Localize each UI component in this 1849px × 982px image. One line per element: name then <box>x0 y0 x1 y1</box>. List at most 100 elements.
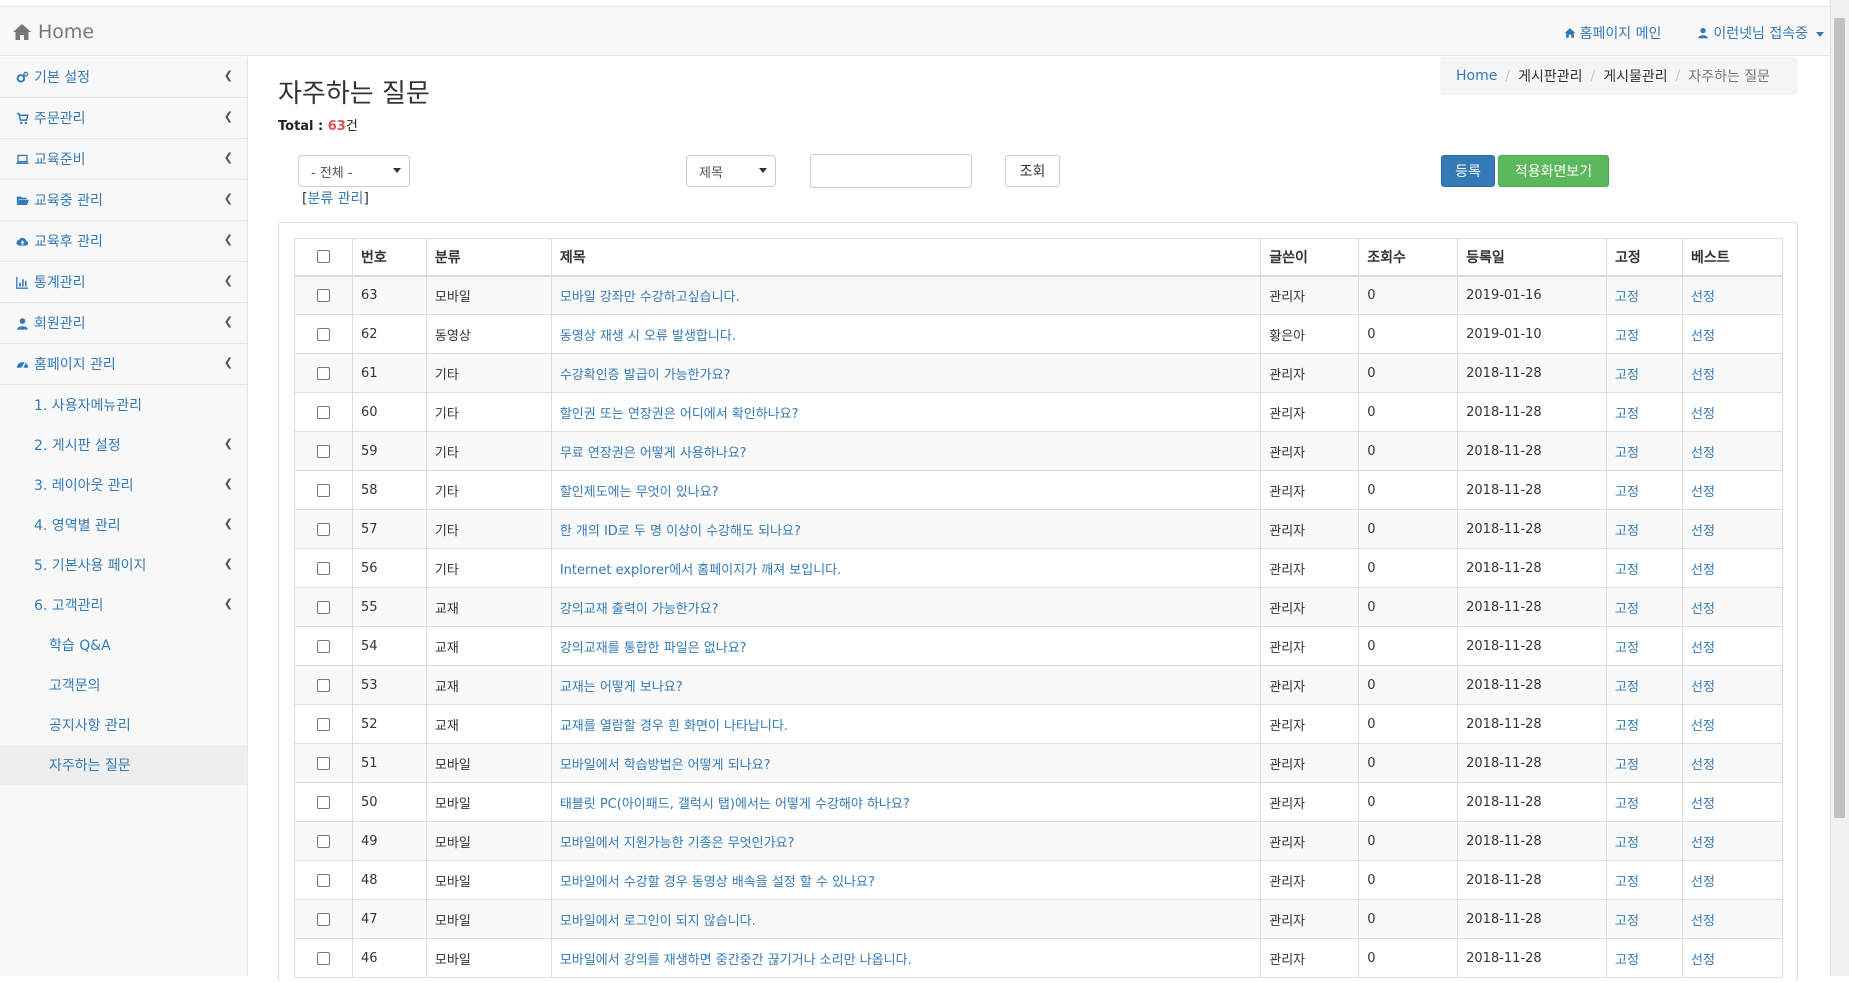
register-button[interactable]: 등록 <box>1441 155 1495 187</box>
row-checkbox[interactable] <box>316 834 330 848</box>
cell-title-link[interactable]: 모바일에서 수강할 경우 동영상 배속을 설정 할 수 있나요? <box>560 875 875 890</box>
cell-pin-link[interactable]: 고정 <box>1615 407 1639 422</box>
cell-best-link[interactable]: 선정 <box>1691 407 1715 422</box>
cell-pin-link[interactable]: 고정 <box>1615 602 1639 617</box>
sidebar-item-3[interactable]: 교육중 관리 ❮ <box>0 180 247 221</box>
row-checkbox[interactable] <box>316 444 330 458</box>
cell-pin-link[interactable]: 고정 <box>1615 797 1639 812</box>
cell-title-link[interactable]: 교재를 열람할 경우 흰 화면이 나타납니다. <box>560 719 788 734</box>
cell-best-link[interactable]: 선정 <box>1691 836 1715 851</box>
column-header-pin[interactable]: 고정 <box>1606 238 1683 277</box>
cell-title-link[interactable]: 무료 연장권은 어떻게 사용하나요? <box>560 446 747 461</box>
search-field-select[interactable]: 제목 <box>686 155 776 187</box>
cell-pin-link[interactable]: 고정 <box>1615 563 1639 578</box>
cell-best-link[interactable]: 선정 <box>1691 446 1715 461</box>
row-checkbox[interactable] <box>316 756 330 770</box>
cell-pin-link[interactable]: 고정 <box>1615 680 1639 695</box>
column-header-no[interactable]: 번호 <box>351 238 427 277</box>
cell-pin-link[interactable]: 고정 <box>1615 875 1639 890</box>
cell-best-link[interactable]: 선정 <box>1691 368 1715 383</box>
cell-pin-link[interactable]: 고정 <box>1615 836 1639 851</box>
breadcrumb-home[interactable]: Home <box>1456 68 1497 84</box>
sidebar-subsubitem-3[interactable]: 자주하는 질문 <box>0 745 247 785</box>
cell-best-link[interactable]: 선정 <box>1691 680 1715 695</box>
sidebar-item-0[interactable]: 기본 설정 ❮ <box>0 57 247 98</box>
cell-title-link[interactable]: 강의교재 출력이 가능한가요? <box>560 602 719 617</box>
row-checkbox[interactable] <box>316 912 330 926</box>
sidebar-item-2[interactable]: 교육준비 ❮ <box>0 139 247 180</box>
column-header-best[interactable]: 베스트 <box>1681 238 1784 277</box>
cell-best-link[interactable]: 선정 <box>1691 797 1715 812</box>
cell-pin-link[interactable]: 고정 <box>1615 368 1639 383</box>
category-select[interactable]: - 전체 - <box>298 155 410 187</box>
row-checkbox[interactable] <box>316 795 330 809</box>
row-checkbox[interactable] <box>316 327 330 341</box>
breadcrumb-board-manage[interactable]: 게시판관리 <box>1518 66 1582 86</box>
cell-title-link[interactable]: 모바일 강좌만 수강하고싶습니다. <box>560 290 740 305</box>
cell-title-link[interactable]: 수강확인증 발급이 가능한가요? <box>560 368 731 383</box>
user-menu-dropdown[interactable]: 이런넷님 접속중 <box>1697 23 1824 43</box>
cell-title-link[interactable]: 태블릿 PC(아이패드, 갤럭시 탭)에서는 어떻게 수강해야 하나요? <box>560 797 910 812</box>
cell-title-link[interactable]: 할인권 또는 연장권은 어디에서 확인하나요? <box>560 407 799 422</box>
sidebar-item-1[interactable]: 주문관리 ❮ <box>0 98 247 139</box>
sidebar-item-7[interactable]: 홈페이지 관리 ❮ <box>0 344 247 385</box>
sidebar-subsubitem-2[interactable]: 공지사항 관리 <box>0 705 247 745</box>
row-checkbox[interactable] <box>316 561 330 575</box>
cell-pin-link[interactable]: 고정 <box>1615 953 1639 968</box>
search-button[interactable]: 조회 <box>1005 155 1060 187</box>
column-header-date[interactable]: 등록일 <box>1457 238 1608 277</box>
row-checkbox[interactable] <box>316 522 330 536</box>
cell-title-link[interactable]: 교재는 어떻게 보나요? <box>560 680 683 695</box>
search-input[interactable] <box>810 154 972 188</box>
cell-pin-link[interactable]: 고정 <box>1615 485 1639 500</box>
column-header-views[interactable]: 조회수 <box>1358 238 1459 277</box>
sidebar-subitem-5[interactable]: 6. 고객관리 ❮ <box>0 585 247 625</box>
cell-best-link[interactable]: 선정 <box>1691 290 1715 305</box>
row-checkbox[interactable] <box>316 366 330 380</box>
page-scrollbar[interactable] <box>1830 0 1849 976</box>
cell-best-link[interactable]: 선정 <box>1691 914 1715 929</box>
cell-title-link[interactable]: 모바일에서 로그인이 되지 않습니다. <box>560 914 756 929</box>
cell-best-link[interactable]: 선정 <box>1691 524 1715 539</box>
column-header-author[interactable]: 글쓴이 <box>1260 238 1360 277</box>
cell-pin-link[interactable]: 고정 <box>1615 524 1639 539</box>
cell-pin-link[interactable]: 고정 <box>1615 446 1639 461</box>
sidebar-subitem-3[interactable]: 4. 영역별 관리 ❮ <box>0 505 247 545</box>
cell-pin-link[interactable]: 고정 <box>1615 290 1639 305</box>
cell-pin-link[interactable]: 고정 <box>1615 719 1639 734</box>
cell-title-link[interactable]: 할인제도에는 무엇이 있나요? <box>560 485 719 500</box>
cell-title-link[interactable]: 모바일에서 강의를 재생하면 중간중간 끊기거나 소리만 나옵니다. <box>560 953 912 968</box>
column-header-category[interactable]: 분류 <box>425 238 552 277</box>
cell-pin-link[interactable]: 고정 <box>1615 329 1639 344</box>
row-checkbox[interactable] <box>316 639 330 653</box>
category-manage-link[interactable]: [분류 관리] <box>302 188 369 208</box>
cell-title-link[interactable]: Internet explorer에서 홈페이지가 깨져 보입니다. <box>560 563 841 578</box>
cell-title-link[interactable]: 한 개의 ID로 두 명 이상이 수강해도 되나요? <box>560 524 801 539</box>
cell-title-link[interactable]: 강의교재를 통합한 파일은 없나요? <box>560 641 747 656</box>
cell-pin-link[interactable]: 고정 <box>1615 758 1639 773</box>
row-checkbox[interactable] <box>316 483 330 497</box>
cell-best-link[interactable]: 선정 <box>1691 953 1715 968</box>
column-header-title[interactable]: 제목 <box>550 238 1262 277</box>
sidebar-item-4[interactable]: 교육후 관리 ❮ <box>0 221 247 262</box>
cell-best-link[interactable]: 선정 <box>1691 329 1715 344</box>
row-checkbox[interactable] <box>316 717 330 731</box>
cell-best-link[interactable]: 선정 <box>1691 641 1715 656</box>
select-all-checkbox[interactable] <box>316 250 330 264</box>
cell-pin-link[interactable]: 고정 <box>1615 641 1639 656</box>
preview-button[interactable]: 적용화면보기 <box>1498 155 1609 187</box>
sidebar-subsubitem-1[interactable]: 고객문의 <box>0 665 247 705</box>
brand-home-link[interactable]: Home <box>12 21 94 43</box>
row-checkbox[interactable] <box>316 678 330 692</box>
row-checkbox[interactable] <box>316 288 330 302</box>
cell-title-link[interactable]: 동영상 재생 시 오류 발생합니다. <box>560 329 736 344</box>
sidebar-subitem-2[interactable]: 3. 레이아웃 관리 ❮ <box>0 465 247 505</box>
cell-pin-link[interactable]: 고정 <box>1615 914 1639 929</box>
cell-title-link[interactable]: 모바일에서 지원가능한 기종은 무엇인가요? <box>560 836 795 851</box>
cell-best-link[interactable]: 선정 <box>1691 602 1715 617</box>
cell-best-link[interactable]: 선정 <box>1691 563 1715 578</box>
sidebar-item-6[interactable]: 회원관리 ❮ <box>0 303 247 344</box>
scrollbar-thumb[interactable] <box>1834 18 1845 818</box>
cell-best-link[interactable]: 선정 <box>1691 758 1715 773</box>
sidebar-subitem-0[interactable]: 1. 사용자메뉴관리 <box>0 385 247 425</box>
